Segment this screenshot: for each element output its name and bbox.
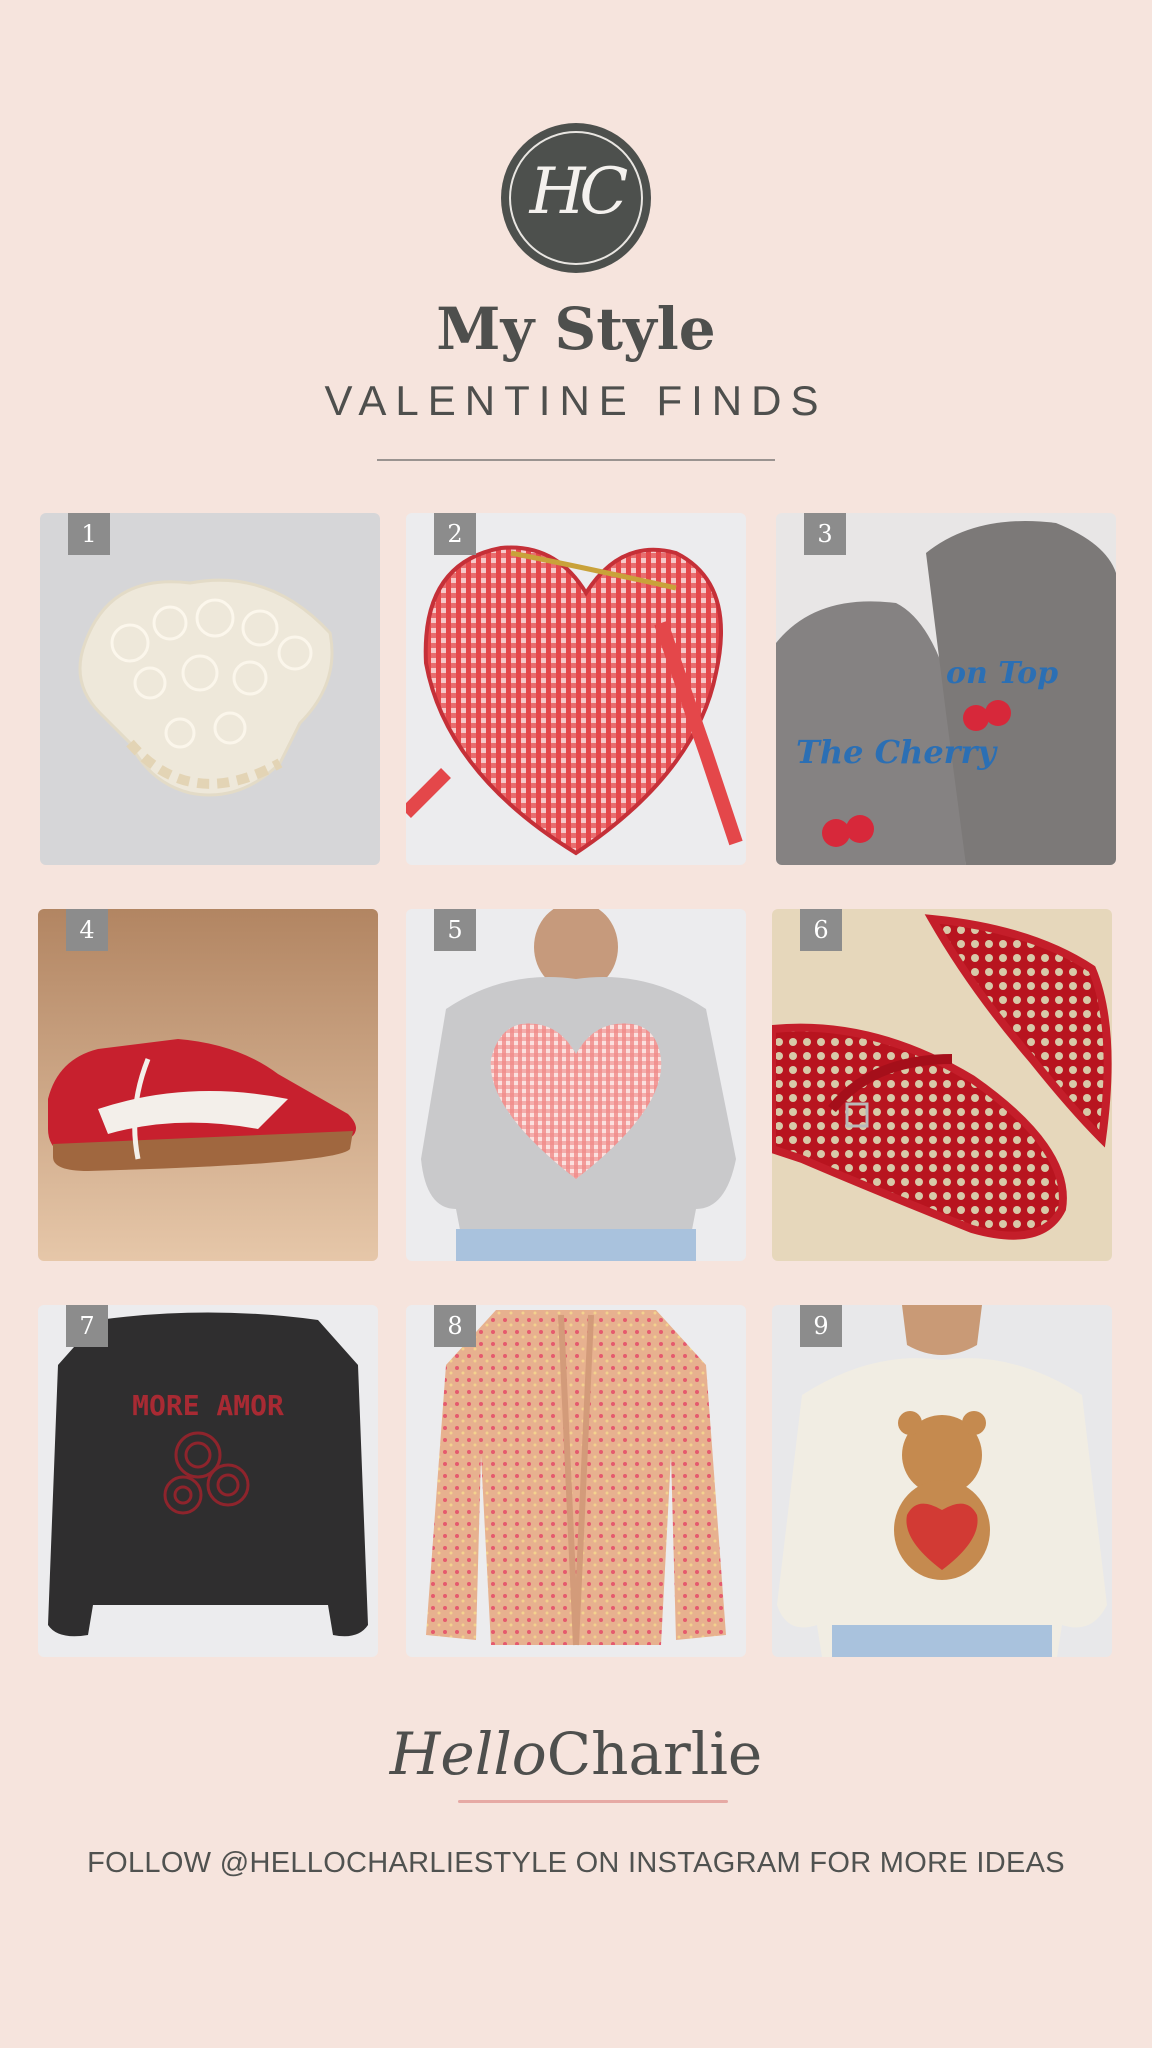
more-amor-sweatshirt-image: MORE AMOR — [38, 1305, 378, 1657]
teddy-bear-sweatshirt-image — [772, 1305, 1112, 1657]
heart-sweatshirt-image — [406, 909, 746, 1261]
pink-cardigan-image — [406, 1305, 746, 1657]
product-tile-1[interactable]: 1 — [40, 513, 380, 865]
product-tile-4[interactable]: 4 — [38, 909, 378, 1261]
product-tile-5[interactable]: 5 — [406, 909, 746, 1261]
product-number-badge: 5 — [434, 909, 476, 951]
product-tile-9[interactable]: 9 — [772, 1305, 1112, 1657]
red-sneaker-image — [38, 909, 378, 1261]
red-mesh-flats-image — [772, 909, 1112, 1261]
product-tile-3[interactable]: The Cherry on Top 3 — [776, 513, 1116, 865]
product-number-badge: 2 — [434, 513, 476, 555]
svg-text:MORE AMOR: MORE AMOR — [132, 1389, 284, 1422]
product-number-badge: 1 — [68, 513, 110, 555]
hello-charlie-logo: HelloCharlie — [0, 1720, 1152, 1788]
product-tile-7[interactable]: MORE AMOR 7 — [38, 1305, 378, 1657]
title-divider — [377, 459, 775, 461]
hair-claw-clip-image — [40, 513, 380, 865]
product-number-badge: 6 — [800, 909, 842, 951]
product-number-badge: 4 — [66, 909, 108, 951]
logo-monogram-text: HC — [529, 155, 629, 229]
cherry-socks-image: The Cherry on Top — [776, 513, 1116, 865]
product-tile-8[interactable]: 8 — [406, 1305, 746, 1657]
heart-gingham-bag-image — [406, 513, 746, 865]
brand-hello: Hello — [389, 1720, 547, 1788]
product-number-badge: 9 — [800, 1305, 842, 1347]
product-tile-2[interactable]: 2 — [406, 513, 746, 865]
product-tile-6[interactable]: 6 — [772, 909, 1112, 1261]
svg-text:on Top: on Top — [946, 656, 1058, 691]
brand-underline — [458, 1800, 728, 1803]
product-number-badge: 3 — [804, 513, 846, 555]
follow-instagram-text[interactable]: FOLLOW @HELLOCHARLIESTYLE ON INSTAGRAM F… — [0, 1847, 1152, 1880]
svg-text:The Cherry: The Cherry — [796, 733, 998, 771]
brand-charlie: Charlie — [546, 1720, 763, 1788]
product-number-badge: 8 — [434, 1305, 476, 1347]
product-number-badge: 7 — [66, 1305, 108, 1347]
page-subtitle: VALENTINE FINDS — [324, 377, 828, 424]
page-title: My Style — [436, 295, 716, 363]
hc-monogram-logo: HC — [503, 125, 649, 271]
